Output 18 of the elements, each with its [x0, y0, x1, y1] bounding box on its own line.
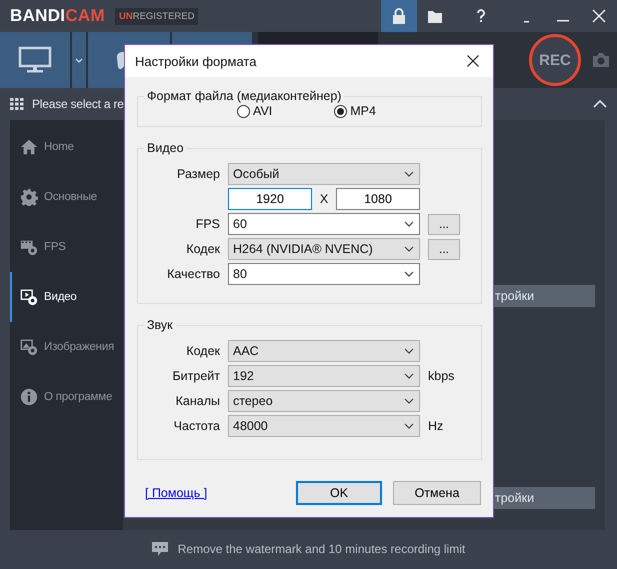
field-label: Кодек: [185, 242, 220, 256]
dialog-title: Настройки формата: [135, 54, 256, 68]
field-label: Каналы: [174, 394, 220, 408]
group-title: Звук: [146, 318, 174, 332]
field-label: FPS: [194, 217, 220, 231]
field-label: Размер: [176, 167, 220, 181]
unit-label: Hz: [428, 419, 444, 433]
field-label: Частота: [172, 419, 220, 433]
field-label: Битрейт: [171, 369, 220, 383]
app-logo: BANDICAM: [10, 6, 105, 26]
field-label: Качество: [166, 267, 220, 281]
group-title: Видео: [146, 141, 185, 155]
unregistered-badge: UNREGISTERED: [114, 8, 198, 24]
field-label: Кодек: [185, 344, 220, 358]
dimension-separator: X: [320, 192, 328, 206]
target-label: Please select a re: [32, 97, 124, 111]
group-title: Формат файла (медиаконтейнер): [146, 89, 342, 103]
unit-label: kbps: [428, 369, 456, 383]
